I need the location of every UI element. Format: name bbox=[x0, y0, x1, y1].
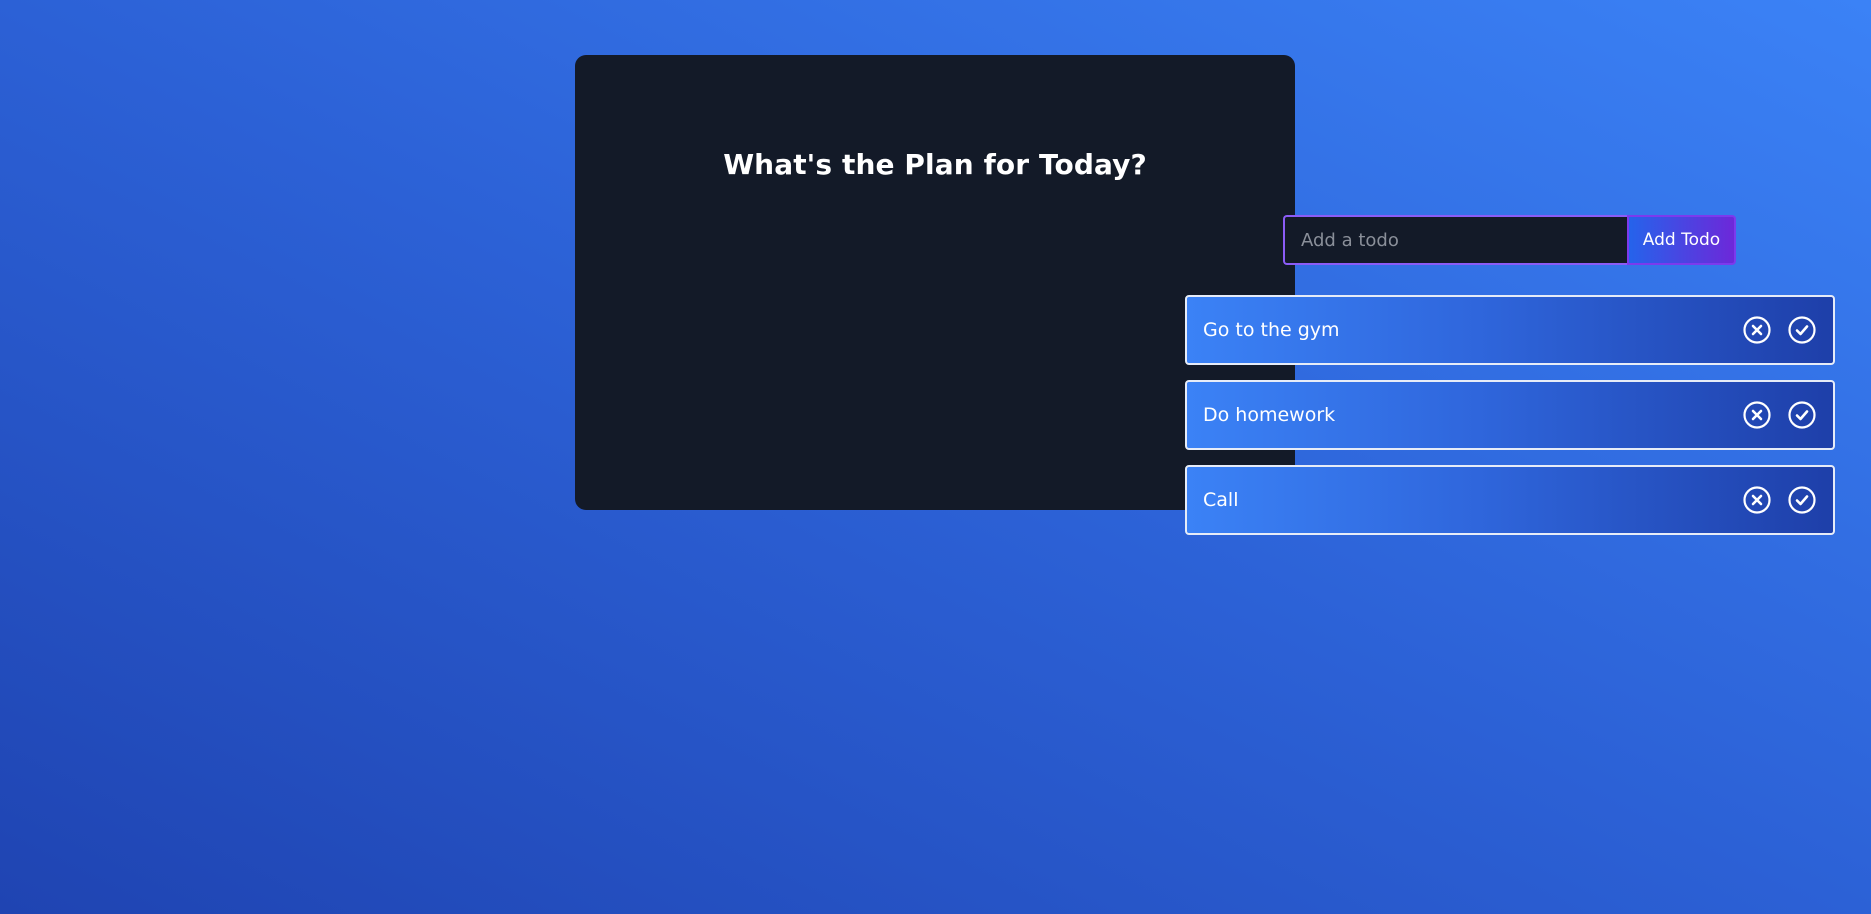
close-circle-icon[interactable] bbox=[1742, 485, 1772, 515]
todo-form: Add Todo bbox=[1283, 215, 1736, 265]
check-circle-icon[interactable] bbox=[1787, 400, 1817, 430]
todo-item-text[interactable]: Do homework bbox=[1203, 403, 1727, 427]
check-circle-icon[interactable] bbox=[1787, 315, 1817, 345]
todo-item-text[interactable]: Call bbox=[1203, 488, 1727, 512]
todo-item-text[interactable]: Go to the gym bbox=[1203, 318, 1727, 342]
todo-item: Call bbox=[1185, 465, 1835, 535]
check-circle-icon[interactable] bbox=[1787, 485, 1817, 515]
todo-item-actions bbox=[1727, 400, 1817, 430]
todo-item-actions bbox=[1727, 315, 1817, 345]
close-circle-icon[interactable] bbox=[1742, 315, 1772, 345]
todo-item-actions bbox=[1727, 485, 1817, 515]
page-title: What's the Plan for Today? bbox=[723, 148, 1147, 181]
todo-input[interactable] bbox=[1283, 215, 1627, 265]
add-todo-button[interactable]: Add Todo bbox=[1627, 215, 1736, 265]
todo-item: Go to the gym bbox=[1185, 295, 1835, 365]
close-circle-icon[interactable] bbox=[1742, 400, 1772, 430]
todo-list: Go to the gym Do homework Call bbox=[1185, 295, 1835, 550]
todo-app-card: What's the Plan for Today? Add Todo Go t… bbox=[575, 55, 1835, 535]
todo-item: Do homework bbox=[1185, 380, 1835, 450]
